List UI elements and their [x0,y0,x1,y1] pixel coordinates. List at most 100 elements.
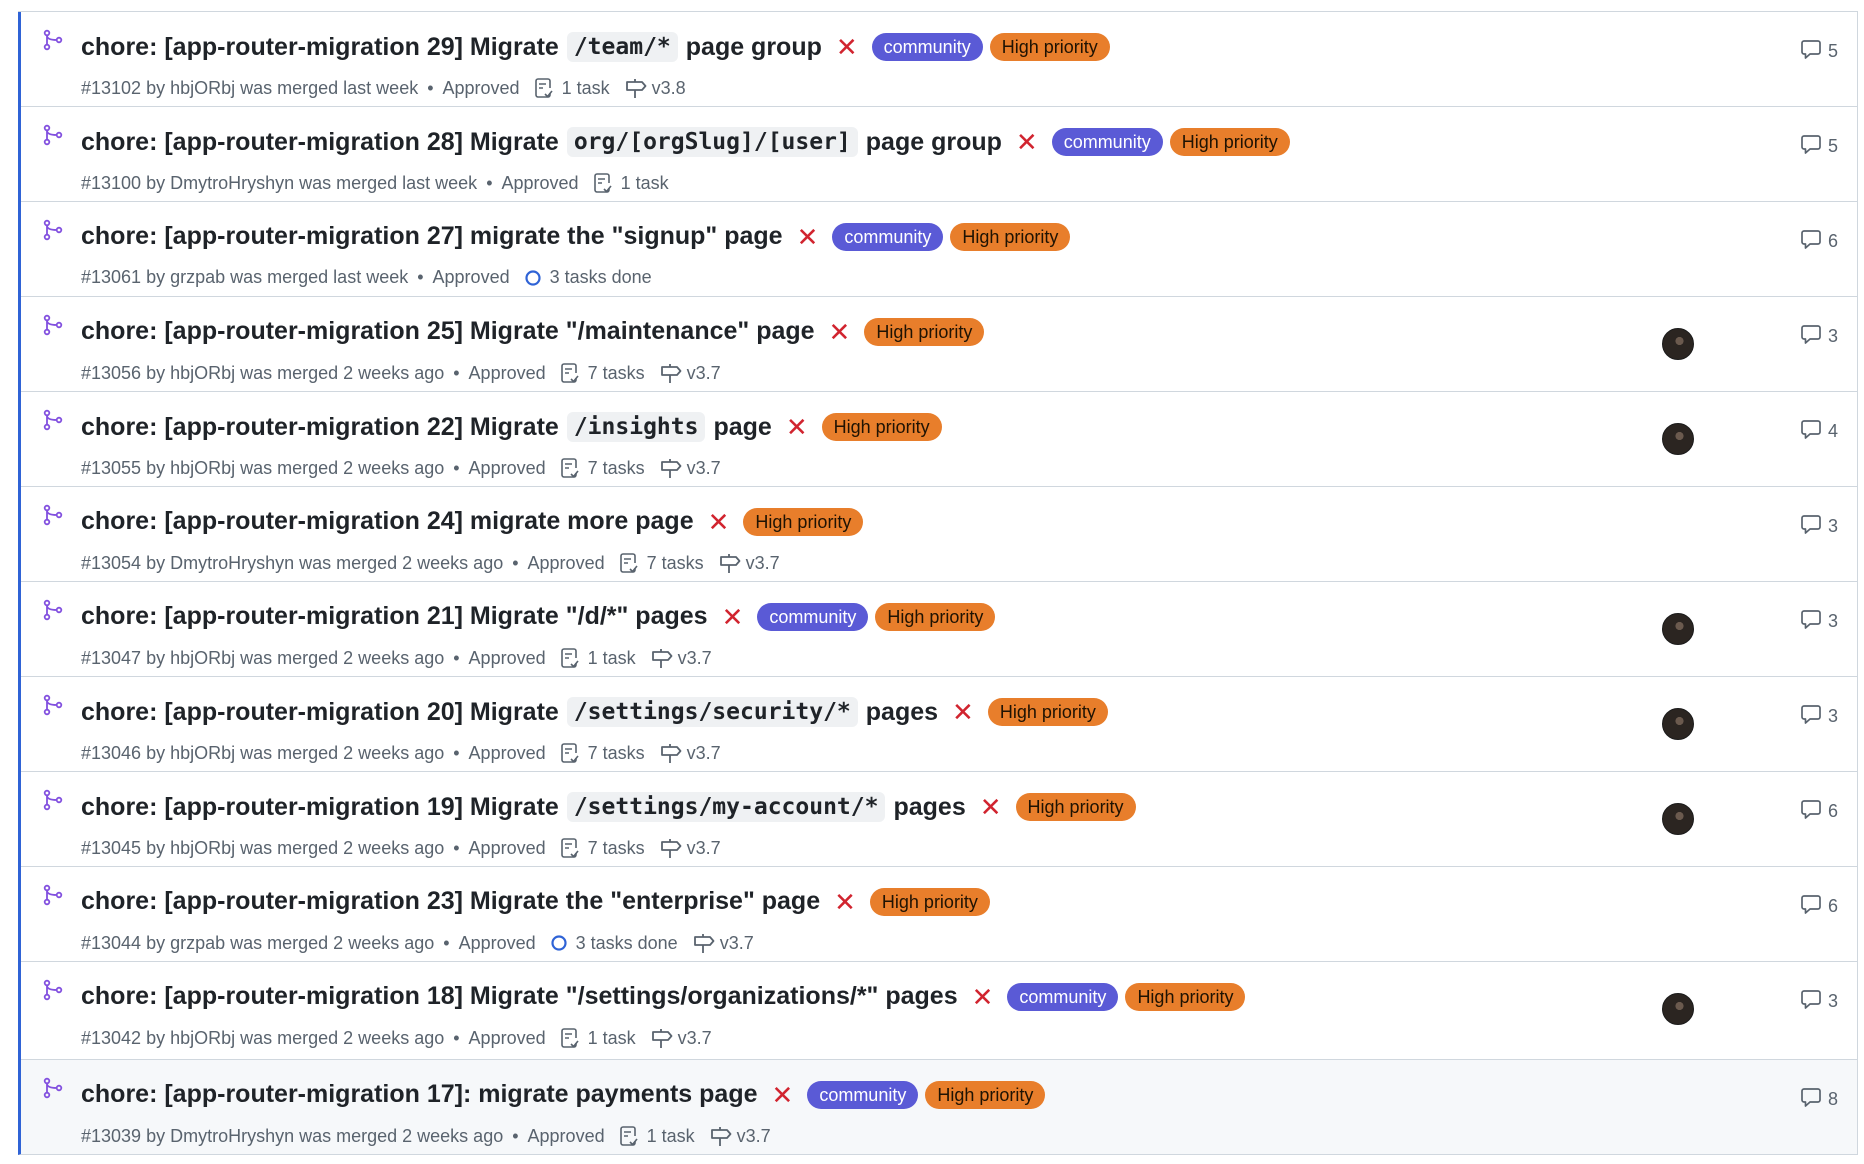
meta-line: #13055 by hbjORbj was merged 2 weeks ago •… [81,457,721,479]
label-high-priority[interactable]: High priority [987,698,1108,726]
label-high-priority[interactable]: High priority [950,222,1071,251]
comments-link[interactable]: 3 [1800,513,1838,540]
review-status[interactable]: Approved [469,458,546,479]
author-link[interactable]: hbjORbj [170,363,235,384]
label-community[interactable]: community [832,222,944,251]
comments-link[interactable]: 3 [1800,323,1838,350]
tasks-text[interactable]: 1 task [588,1028,636,1049]
review-status[interactable]: Approved [502,173,579,194]
review-status[interactable]: Approved [469,363,546,384]
pull-request-title-link[interactable]: chore: [app-router-migration 17]: migrat… [81,1080,758,1109]
review-status[interactable]: Approved [469,648,546,669]
label-high-priority[interactable]: High priority [743,507,864,536]
label-community[interactable]: community [871,33,983,61]
pull-request-title-link[interactable]: chore: [app-router-migration 22] Migrate… [81,412,772,442]
label-high-priority[interactable]: High priority [1015,793,1136,821]
milestone-link[interactable]: v3.7 [678,648,712,669]
pull-request-title-link[interactable]: chore: [app-router-migration 24] migrate… [81,507,694,536]
tasks-text[interactable]: 3 tasks done [576,933,678,954]
author-link[interactable]: grzpab [170,267,225,288]
label-high-priority[interactable]: High priority [869,887,990,916]
review-status[interactable]: Approved [528,553,605,574]
milestone-link[interactable]: v3.8 [652,78,686,99]
milestone-link[interactable]: v3.7 [720,933,754,954]
tasks-text[interactable]: 7 tasks [588,743,645,764]
author-link[interactable]: DmytroHryshyn [170,553,294,574]
assignee-avatar[interactable] [1662,803,1694,835]
author-link[interactable]: DmytroHryshyn [170,1126,294,1147]
by-text: by [141,837,171,858]
tasks-text[interactable]: 1 task [588,648,636,669]
comments-link[interactable]: 8 [1800,1086,1838,1113]
pull-request-title-link[interactable]: chore: [app-router-migration 18] Migrate… [81,982,958,1011]
author-link[interactable]: DmytroHryshyn [170,173,294,194]
pull-request-title-link[interactable]: chore: [app-router-migration 20] Migrate… [81,697,938,727]
label-high-priority[interactable]: High priority [925,1080,1046,1109]
pull-request-title-link[interactable]: chore: [app-router-migration 23] Migrate… [81,887,820,916]
pull-request-title-link[interactable]: chore: [app-router-migration 29] Migrate… [81,32,822,62]
comments-link[interactable]: 6 [1800,228,1838,255]
pull-request-title-link[interactable]: chore: [app-router-migration 27] migrate… [81,222,783,251]
author-link[interactable]: hbjORbj [170,78,235,99]
pull-request-title-link[interactable]: chore: [app-router-migration 21] Migrate… [81,602,708,631]
review-status[interactable]: Approved [443,78,520,99]
comments-link[interactable]: 4 [1800,418,1838,445]
tasks-text[interactable]: 3 tasks done [550,267,652,288]
author-link[interactable]: hbjORbj [170,458,235,479]
comments-link[interactable]: 5 [1800,133,1838,160]
comments-link[interactable]: 3 [1800,703,1838,730]
comment-count: 3 [1828,991,1839,1011]
milestone-link[interactable]: v3.7 [687,458,721,479]
label-community[interactable]: community [757,602,869,631]
pull-request-title-link[interactable]: chore: [app-router-migration 28] Migrate… [81,127,1002,157]
label-high-priority[interactable]: High priority [864,317,985,346]
label-high-priority[interactable]: High priority [1125,982,1246,1011]
milestone-link[interactable]: v3.7 [746,553,780,574]
label-high-priority[interactable]: High priority [821,413,942,441]
assignee-avatar[interactable] [1662,423,1694,455]
milestone-link[interactable]: v3.7 [687,743,721,764]
author-link[interactable]: hbjORbj [170,648,235,669]
assignee-avatar[interactable] [1662,993,1694,1025]
label-high-priority[interactable]: High priority [875,602,996,631]
pull-request-title-link[interactable]: chore: [app-router-migration 25] Migrate… [81,317,815,346]
assignee-avatar[interactable] [1662,613,1694,645]
review-status[interactable]: Approved [459,933,536,954]
review-status[interactable]: Approved [469,1028,546,1049]
tasks-text[interactable]: 1 task [562,78,610,99]
comments-link[interactable]: 5 [1800,38,1838,65]
label-high-priority[interactable]: High priority [989,33,1110,61]
tasks-text[interactable]: 7 tasks [588,838,645,859]
label-community[interactable]: community [1051,128,1163,156]
review-status[interactable]: Approved [469,838,546,859]
milestone-link[interactable]: v3.7 [687,363,721,384]
title-line: chore: [app-router-migration 19] Migrate… [81,792,1136,822]
review-status[interactable]: Approved [433,267,510,288]
tasks-text[interactable]: 7 tasks [588,458,645,479]
label-high-priority[interactable]: High priority [1169,128,1290,156]
review-status[interactable]: Approved [469,743,546,764]
author-link[interactable]: grzpab [170,933,225,954]
milestone-link[interactable]: v3.7 [687,838,721,859]
comments-link[interactable]: 6 [1800,893,1838,920]
comments-link[interactable]: 3 [1800,608,1838,635]
author-link[interactable]: hbjORbj [170,838,235,859]
label-community[interactable]: community [1007,982,1119,1011]
assignee-avatar[interactable] [1662,708,1694,740]
tasks-text[interactable]: 1 task [621,173,669,194]
meta-line: #13046 by hbjORbj was merged 2 weeks ago •… [81,742,721,764]
milestone-link[interactable]: v3.7 [678,1028,712,1049]
tasks-text[interactable]: 1 task [647,1126,695,1147]
label-community[interactable]: community [807,1080,919,1109]
assignee-avatar[interactable] [1662,328,1694,360]
comments-link[interactable]: 6 [1800,798,1838,825]
author-link[interactable]: hbjORbj [170,1028,235,1049]
author-link[interactable]: hbjORbj [170,743,235,764]
tasks-text[interactable]: 7 tasks [588,363,645,384]
pull-request-title-link[interactable]: chore: [app-router-migration 19] Migrate… [81,792,966,822]
milestone-link[interactable]: v3.7 [737,1126,771,1147]
comments-link[interactable]: 3 [1800,988,1838,1015]
tasks-text[interactable]: 7 tasks [647,553,704,574]
review-status[interactable]: Approved [528,1126,605,1147]
by-text: by [141,1125,171,1146]
